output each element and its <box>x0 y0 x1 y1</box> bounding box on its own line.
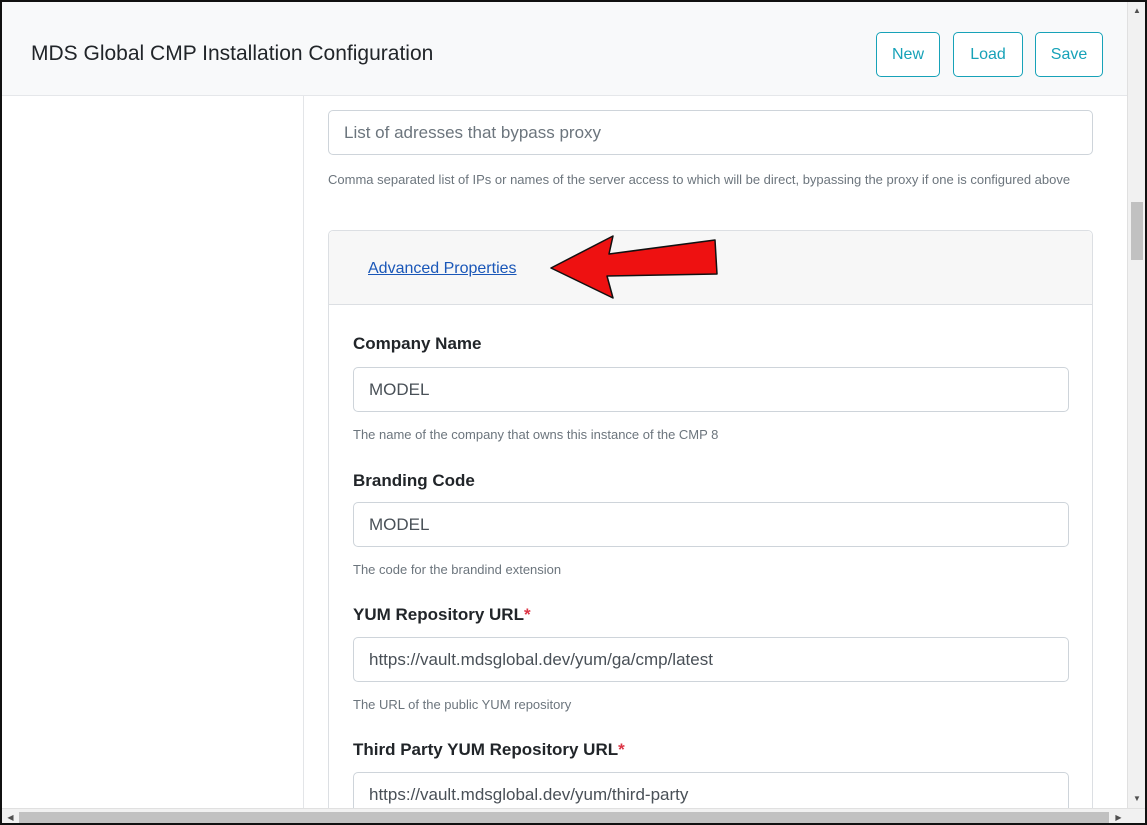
branding-code-label: Branding Code <box>353 471 475 490</box>
third-party-yum-url-input[interactable]: https://vault.mdsglobal.dev/yum/third-pa… <box>353 772 1069 808</box>
red-arrow-icon <box>550 235 718 299</box>
bypass-proxy-help: Comma separated list of IPs or names of … <box>328 172 1071 187</box>
branding-code-help: The code for the brandind extension <box>353 562 562 577</box>
company-name-input[interactable]: MODEL <box>353 367 1069 412</box>
scroll-right-icon[interactable]: ▶ <box>1110 809 1127 823</box>
scroll-left-icon[interactable]: ◀ <box>2 809 19 823</box>
vertical-scrollbar[interactable]: ▲ ▼ <box>1127 2 1145 808</box>
branding-code-input[interactable]: MODEL <box>353 502 1069 547</box>
company-name-help: The name of the company that owns this i… <box>353 427 719 442</box>
save-button[interactable]: Save <box>1035 32 1103 77</box>
load-button[interactable]: Load <box>953 32 1023 77</box>
top-navbar: MDS Global CMP Installation Configuratio… <box>2 2 1127 96</box>
new-button[interactable]: New <box>876 32 940 77</box>
advanced-properties-link[interactable]: Advanced Properties <box>368 260 517 278</box>
page-title: MDS Global CMP Installation Configuratio… <box>31 42 434 65</box>
app-window: MDS Global CMP Installation Configuratio… <box>0 0 1147 825</box>
horizontal-scroll-thumb[interactable] <box>19 812 1109 823</box>
left-sidebar <box>2 96 304 808</box>
vertical-scroll-thumb[interactable] <box>1131 202 1143 260</box>
company-name-label: Company Name <box>353 334 482 353</box>
bypass-proxy-input[interactable]: List of adresses that bypass proxy <box>328 110 1093 155</box>
yum-repository-url-help: The URL of the public YUM repository <box>353 697 572 712</box>
yum-repository-url-label: YUM Repository URL* <box>353 605 531 624</box>
third-party-yum-url-label: Third Party YUM Repository URL* <box>353 740 625 759</box>
required-marker: * <box>618 740 625 759</box>
required-marker: * <box>523 605 531 624</box>
horizontal-scrollbar[interactable]: ◀ ▶ <box>2 808 1145 823</box>
advanced-properties-card: Advanced Properties Company Name MODEL T… <box>328 230 1093 808</box>
scroll-up-icon[interactable]: ▲ <box>1128 2 1145 18</box>
scroll-down-icon[interactable]: ▼ <box>1128 790 1145 806</box>
yum-repository-url-input[interactable]: https://vault.mdsglobal.dev/yum/ga/cmp/l… <box>353 637 1069 682</box>
form-content: List of adresses that bypass proxy Comma… <box>304 80 1115 808</box>
